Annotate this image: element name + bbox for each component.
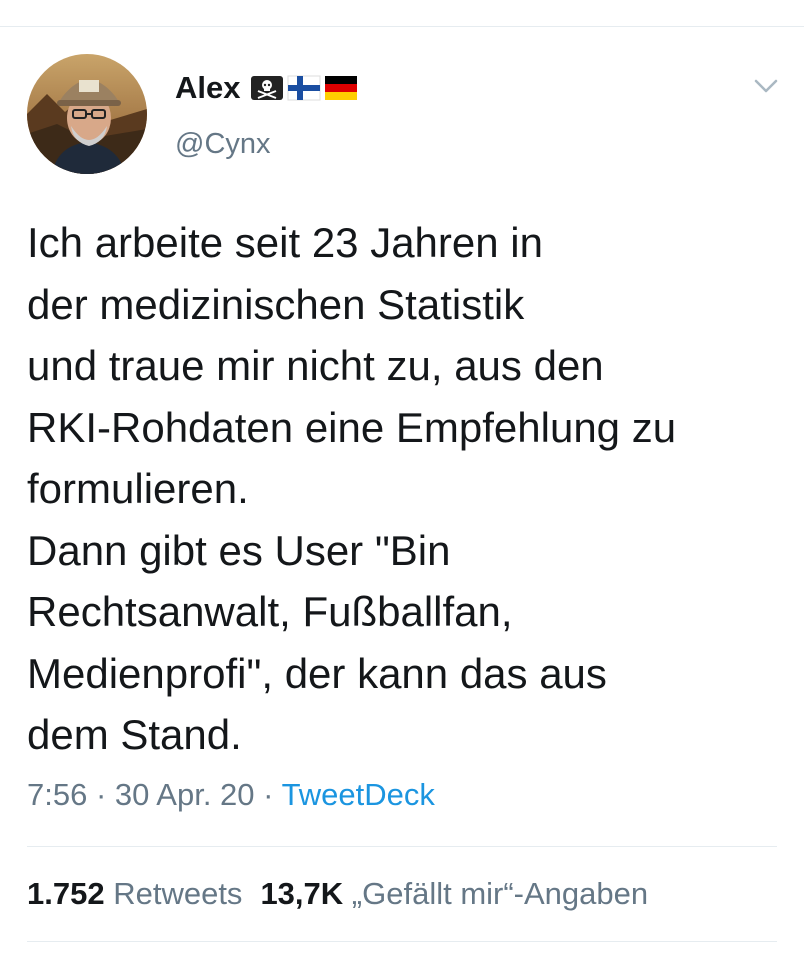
avatar-image (27, 54, 147, 174)
handle[interactable]: @Cynx (175, 128, 271, 161)
likes-label: „Gefällt mir“-Angaben (351, 876, 649, 911)
retweets-count: 1.752 (27, 876, 105, 911)
tweet-stats: 1.752 Retweets 13,7K „Gefällt mir“-Angabe… (27, 876, 648, 912)
retweets-label: Retweets (113, 876, 243, 911)
tweet-source-link[interactable]: TweetDeck (282, 777, 435, 812)
top-divider (0, 26, 804, 27)
meta-separator: · (95, 777, 107, 812)
display-name[interactable]: Alex (175, 70, 240, 106)
likes-stat[interactable]: 13,7K „Gefällt mir“-Angaben (260, 876, 648, 911)
meta-separator: · (263, 777, 274, 812)
tweet-date[interactable]: 30 Apr. 20 (115, 777, 255, 812)
stats-divider-bottom (27, 941, 777, 942)
finland-flag-icon (287, 75, 321, 101)
germany-flag-icon (325, 76, 358, 100)
retweets-stat[interactable]: 1.752 Retweets (27, 876, 242, 911)
chevron-down-icon[interactable] (753, 76, 779, 96)
pirate-flag-icon (251, 76, 284, 100)
avatar[interactable] (27, 54, 147, 174)
likes-count: 13,7K (260, 876, 344, 911)
name-emojis (250, 75, 358, 101)
tweet-text: Ich arbeite seit 23 Jahren in der medizi… (27, 219, 677, 758)
tweet-time[interactable]: 7:56 (27, 777, 87, 812)
display-name-row[interactable]: Alex (175, 70, 358, 106)
tweet-meta: 7:56 · 30 Apr. 20 · TweetDeck (27, 777, 435, 813)
stats-divider-top (27, 846, 777, 847)
